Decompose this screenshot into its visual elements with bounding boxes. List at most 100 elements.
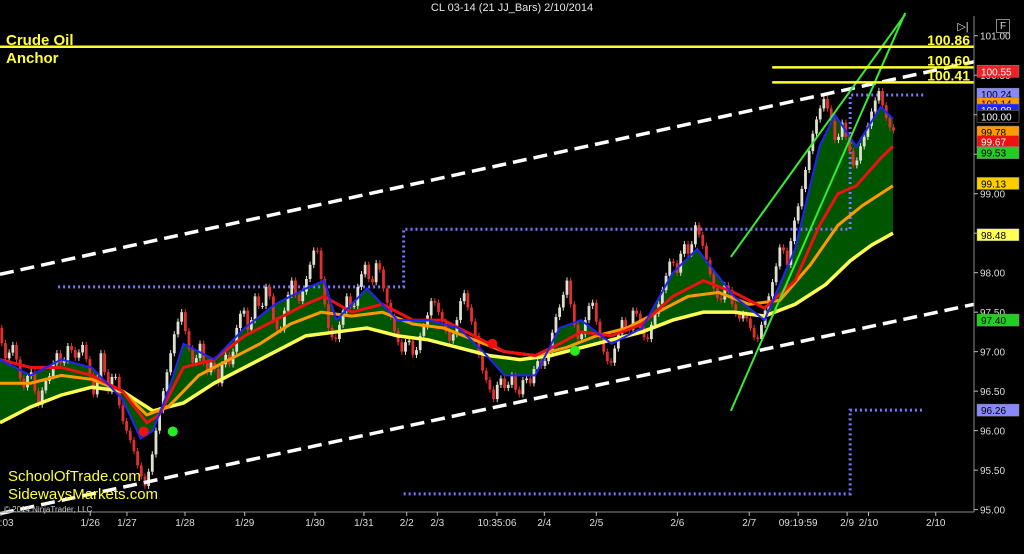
x-tick-label: 2/5 (589, 518, 603, 529)
candle-body (771, 282, 774, 297)
candle-body (862, 136, 866, 147)
candle-body (793, 220, 796, 242)
candle-body (470, 307, 473, 322)
signal-dot-1 (167, 426, 178, 437)
candle-body (238, 313, 242, 328)
price-tag-label: 96.26 (981, 406, 1006, 417)
candle-body (701, 234, 705, 246)
price-tag-label: 100.55 (981, 67, 1012, 78)
candle-body (11, 345, 15, 353)
level-labels: 100.86 100.60100.41 (927, 32, 970, 84)
candle-body (367, 264, 371, 280)
candle-body (558, 307, 562, 317)
candle-body (26, 375, 29, 388)
candle-body (242, 310, 246, 314)
x-tick-label: 1/27 (117, 518, 137, 529)
x-tick-label: 2/2 (400, 518, 414, 529)
x-tick-label: 2/10 (926, 518, 946, 529)
candle-body (128, 430, 132, 441)
candle-body (697, 225, 701, 235)
candle-body (103, 353, 106, 373)
candle-body (194, 357, 198, 363)
f-button[interactable]: F (996, 19, 1010, 33)
candle-body (499, 378, 503, 385)
candle-body (404, 342, 407, 352)
copyright-text: © 2014 NinjaTrader, LLC (4, 505, 93, 514)
candle-body (492, 389, 495, 400)
candle-body (510, 375, 514, 385)
x-tick-label: 50:03 (0, 518, 14, 529)
candle-body (705, 245, 708, 261)
candle-body (822, 98, 826, 109)
candle-body (308, 264, 312, 280)
y-tick-label: 96.00 (980, 427, 1005, 438)
candle-body (378, 263, 382, 270)
candle-body (382, 269, 385, 289)
candle-body (176, 321, 180, 335)
x-tick-label: 2/9 (840, 518, 854, 529)
play-icon[interactable]: ▷| (956, 20, 970, 34)
candle-body (749, 318, 752, 328)
candle-body (488, 380, 492, 390)
candle-body (800, 188, 804, 207)
candle-body (451, 334, 455, 341)
candle-body (892, 127, 895, 131)
y-tick-label: 98.00 (980, 269, 1005, 280)
candle-body (785, 250, 789, 265)
candle-body (826, 98, 829, 109)
candle-body (591, 302, 595, 306)
candle-body (873, 100, 877, 112)
candle-body (136, 451, 140, 466)
candle-body (888, 117, 892, 128)
price-tag-label: 99.13 (981, 179, 1006, 190)
time-axis[interactable]: 50:03 1/26 1/27 1/28 1/29 1/30 1/31 2/2 2/3 10:35… (0, 512, 946, 529)
price-tags: 100.55100.24100.14100.08100.0099.7899.67… (976, 65, 1020, 417)
candle-body (671, 261, 675, 264)
price-chart[interactable]: 95.0095.5096.0096.5097.0097.5098.0098.50… (0, 0, 1024, 554)
signal-dot-0 (138, 426, 149, 437)
candle-body (77, 352, 81, 358)
candle-body (253, 296, 257, 321)
candle-body (415, 350, 418, 355)
candle-body (66, 346, 70, 361)
candle-body (459, 301, 462, 321)
x-tick-label: 1/29 (235, 518, 255, 529)
level-label: 100.86 (927, 32, 970, 48)
candle-body (407, 340, 411, 343)
candle-body (114, 376, 117, 378)
candle-body (646, 337, 650, 340)
label-anchor: Anchor (6, 50, 59, 67)
candle-body (316, 250, 319, 252)
candle-body (84, 344, 88, 360)
label-crude-oil: Crude Oil (6, 32, 74, 49)
x-tick-label: 1/31 (354, 518, 374, 529)
candle-body (260, 305, 264, 307)
candle-body (565, 280, 569, 295)
candle-body (561, 294, 565, 308)
candle-body (81, 344, 84, 353)
x-tick-label: 1/30 (305, 518, 325, 529)
candle-body (15, 345, 18, 360)
x-tick-label: 2/7 (742, 518, 756, 529)
candle-body (433, 301, 437, 303)
candle-body (521, 380, 525, 395)
candle-body (437, 302, 440, 313)
x-tick-label: 2/4 (537, 518, 551, 529)
watermark-sidewaysmarkets: SidewaysMarkets.com (8, 486, 159, 503)
candle-body (297, 294, 301, 302)
candle-body (481, 354, 484, 371)
candle-body (543, 361, 547, 366)
candle-body (257, 296, 261, 306)
candle-body (360, 274, 363, 287)
x-tick-label: 10:35:06 (477, 518, 516, 529)
candle-body (881, 91, 884, 106)
candle-body (594, 302, 598, 322)
candle-body (495, 384, 499, 400)
watermark-schooloftrade: SchoolOfTrade.com (8, 468, 141, 485)
price-tag-label: 99.53 (981, 149, 1006, 160)
candle-body (70, 346, 73, 351)
y-tick-label: 97.00 (980, 348, 1005, 359)
x-tick-label: 2/3 (430, 518, 444, 529)
candle-body (191, 348, 195, 363)
candle-body (400, 342, 404, 352)
